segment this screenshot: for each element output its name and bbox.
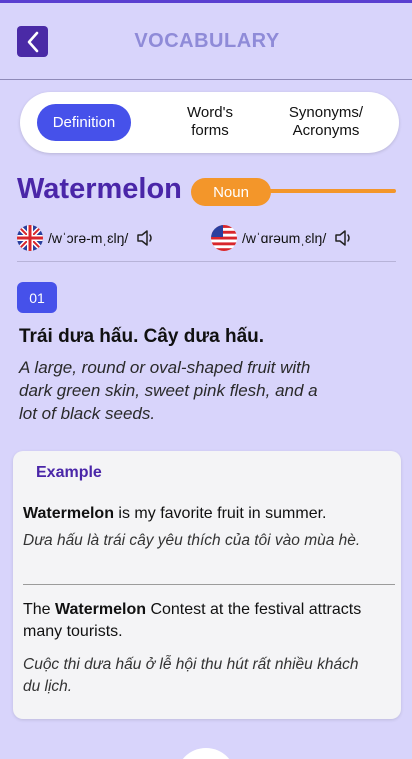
example-divider: [23, 584, 395, 585]
tab-synonyms-line2: Acronyms: [292, 122, 360, 139]
example-2-keyword: Watermelon: [55, 601, 146, 618]
pronunciation-us: /wˈɑrəumˌɛlŋ/: [211, 225, 354, 251]
example-2-english: The Watermelon Contest at the festival a…: [23, 599, 388, 643]
top-accent-line: [0, 0, 412, 3]
tab-word-forms[interactable]: Word's forms: [170, 102, 250, 142]
bottom-floating-button[interactable]: [176, 748, 236, 759]
meaning-english: A large, round or oval-shaped fruit with…: [19, 358, 318, 423]
meaning-vietnamese: Trái dưa hấu. Cây dưa hấu.: [19, 326, 265, 347]
example-1-english: Watermelon is my favorite fruit in summe…: [23, 503, 388, 525]
speaker-icon-us[interactable]: [334, 228, 354, 248]
tab-word-forms-line2: forms: [191, 122, 229, 139]
speaker-icon-uk[interactable]: [136, 228, 156, 248]
tab-definition[interactable]: Definition: [37, 104, 131, 141]
example-1-vietnamese: Dưa hấu là trái cây yêu thích của tôi và…: [23, 532, 361, 549]
us-ipa: /wˈɑrəumˌɛlŋ/: [242, 230, 327, 246]
definition-number-badge: 01: [17, 282, 57, 313]
example-2-vietnamese: Cuộc thi dưa hấu ở lễ hội thu hút rất nh…: [23, 656, 359, 695]
us-flag-icon: [211, 225, 237, 251]
example-card: Example Watermelon is my favorite fruit …: [13, 451, 401, 719]
tab-synonyms-acronyms[interactable]: Synonyms/ Acronyms: [278, 102, 374, 142]
uk-ipa: /wˈɔrə-mˌɛlŋ/: [48, 230, 129, 246]
top-app-bar: VOCABULARY: [0, 0, 412, 80]
pronunciation-uk: /wˈɔrə-mˌɛlŋ/: [17, 225, 156, 251]
part-of-speech-badge: Noun: [191, 178, 271, 206]
uk-flag-icon: [17, 225, 43, 251]
example-title: Example: [36, 464, 102, 481]
tab-word-forms-line1: Word's: [187, 104, 233, 121]
example-1-keyword: Watermelon: [23, 505, 114, 522]
tab-bar: Definition Word's forms Synonyms/ Acrony…: [20, 92, 399, 153]
headword: Watermelon: [17, 173, 182, 205]
example-1-rest: is my favorite fruit in summer.: [113, 505, 327, 522]
tab-synonyms-line1: Synonyms/: [288, 104, 364, 121]
page-title: VOCABULARY: [134, 30, 280, 52]
example-2-pre: The: [23, 601, 56, 618]
section-divider: [17, 261, 396, 262]
